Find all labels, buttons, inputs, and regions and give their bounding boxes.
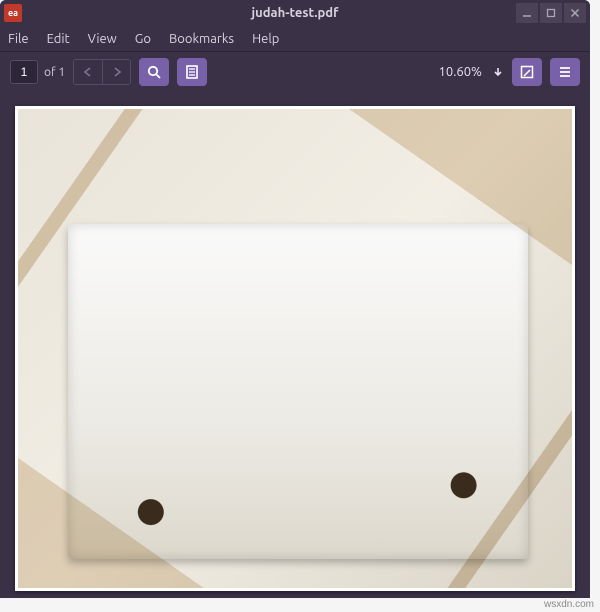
close-icon <box>570 8 580 18</box>
fit-page-button[interactable] <box>139 58 169 86</box>
app-icon: ea <box>4 4 22 22</box>
zoom-level-label: 10.60% <box>439 65 482 79</box>
dual-page-button[interactable] <box>177 58 207 86</box>
annotate-button[interactable] <box>512 58 542 86</box>
menu-view[interactable]: View <box>88 32 117 46</box>
maximize-icon <box>546 8 556 18</box>
pdf-page <box>15 106 575 591</box>
arrow-left-icon <box>82 66 94 78</box>
zoom-dropdown-button[interactable] <box>492 66 504 78</box>
arrow-right-icon <box>111 66 123 78</box>
document-viewport[interactable] <box>0 92 590 598</box>
menu-bookmarks[interactable]: Bookmarks <box>169 32 234 46</box>
maximize-button[interactable] <box>540 3 562 23</box>
close-button[interactable] <box>564 3 586 23</box>
menubar: File Edit View Go Bookmarks Help <box>0 26 590 52</box>
watermark: wsxdn.com <box>544 599 594 610</box>
page-total-label: of 1 <box>44 66 65 79</box>
minimize-icon <box>522 8 532 18</box>
menu-button[interactable] <box>550 58 580 86</box>
next-page-button[interactable] <box>102 60 130 84</box>
page-image <box>18 109 572 588</box>
minimize-button[interactable] <box>516 3 538 23</box>
menu-help[interactable]: Help <box>252 32 279 46</box>
page-nav <box>73 59 131 85</box>
menu-go[interactable]: Go <box>135 32 151 46</box>
menu-edit[interactable]: Edit <box>47 32 70 46</box>
page-number-input[interactable] <box>10 60 38 84</box>
toolbar: of 1 10.60% <box>0 52 590 92</box>
chevron-down-icon <box>492 66 504 78</box>
titlebar: ea judah-test.pdf <box>0 0 590 26</box>
window: ea judah-test.pdf File Edit View Go Book… <box>0 0 590 598</box>
window-controls <box>514 3 586 23</box>
zoom-group: 10.60% <box>439 65 504 79</box>
menu-file[interactable]: File <box>8 32 29 46</box>
search-icon <box>146 64 162 80</box>
page-icon <box>184 64 200 80</box>
note-icon <box>519 64 535 80</box>
page-selector: of 1 <box>10 60 65 84</box>
hamburger-icon <box>557 64 573 80</box>
previous-page-button[interactable] <box>74 60 102 84</box>
window-title: judah-test.pdf <box>0 6 590 20</box>
